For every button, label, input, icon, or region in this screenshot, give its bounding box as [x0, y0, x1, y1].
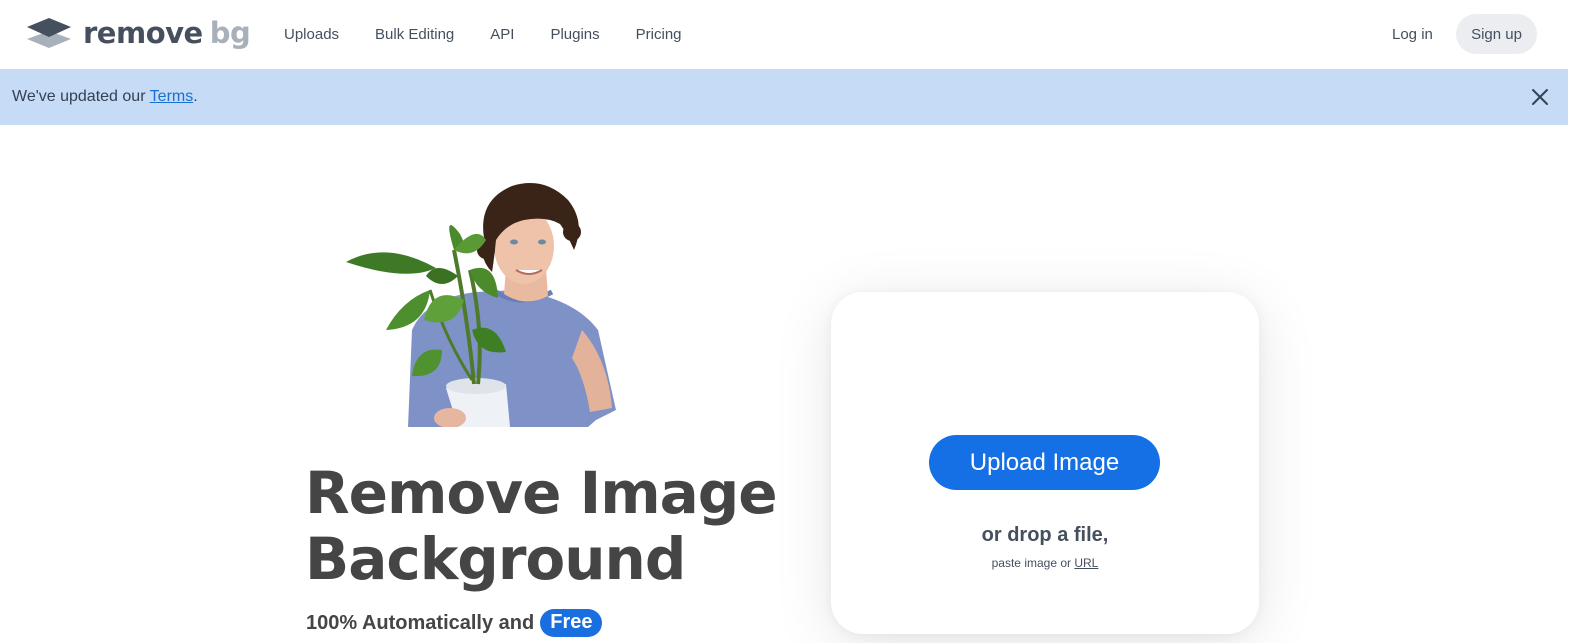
top-header: remove bg Uploads Bulk Editing API Plugin… — [0, 0, 1580, 69]
hero-person-with-plant-image — [346, 180, 618, 428]
nav-api[interactable]: API — [490, 0, 514, 69]
terms-link[interactable]: Terms — [150, 88, 194, 105]
hero-title-line1: Remove Image — [305, 459, 778, 527]
remove-bg-logo[interactable]: remove bg — [27, 15, 251, 50]
paste-text-label: paste image or — [991, 556, 1075, 570]
paste-image-text: paste image or URL — [831, 556, 1259, 570]
hero-title: Remove Image Background — [305, 459, 778, 593]
logo-wordmark: remove bg — [83, 15, 251, 50]
banner-text-after: . — [193, 88, 198, 105]
nav-pricing[interactable]: Pricing — [636, 0, 682, 69]
nav-uploads[interactable]: Uploads — [284, 0, 339, 69]
close-icon[interactable] — [1530, 87, 1550, 107]
hero-subtitle: 100% Automatically and Free — [306, 609, 603, 637]
drop-file-text: or drop a file, — [981, 524, 1109, 546]
login-link[interactable]: Log in — [1392, 0, 1433, 69]
nav-bulk-editing[interactable]: Bulk Editing — [375, 0, 454, 69]
hero-title-line2: Background — [305, 525, 686, 593]
hero-subtitle-text: 100% Automatically and — [306, 611, 535, 634]
signup-button[interactable]: Sign up — [1456, 14, 1537, 54]
banner-text-before: We've updated our — [12, 88, 150, 105]
terms-banner: We've updated our Terms. — [0, 69, 1568, 125]
free-badge: Free — [540, 609, 603, 637]
upload-image-button[interactable]: Upload Image — [929, 435, 1160, 490]
logo-word-remove: remove — [83, 15, 203, 50]
banner-message: We've updated our Terms. — [12, 88, 198, 106]
url-link[interactable]: URL — [1074, 556, 1098, 570]
main-nav: Uploads Bulk Editing API Plugins Pricing — [284, 0, 718, 69]
upload-card[interactable]: Upload Image or drop a file, paste image… — [831, 292, 1259, 634]
nav-plugins[interactable]: Plugins — [550, 0, 599, 69]
logo-word-bg: bg — [209, 15, 251, 50]
layers-logo-icon — [27, 18, 71, 48]
